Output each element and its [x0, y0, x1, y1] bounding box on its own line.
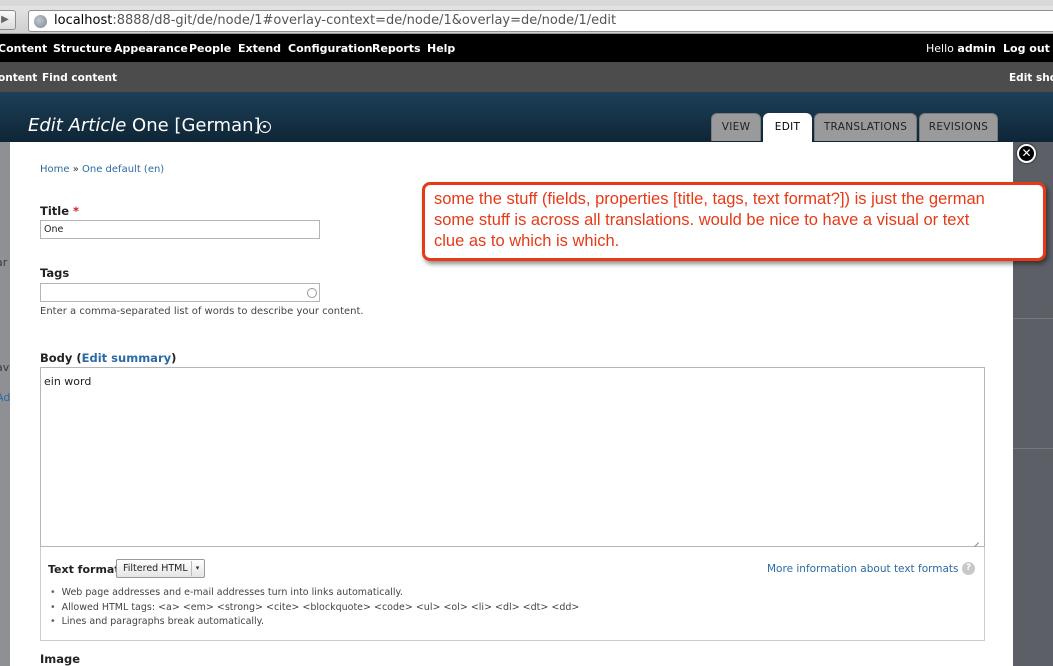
background-text: ar: [0, 256, 8, 269]
toolbar-item-appearance[interactable]: Appearance: [114, 42, 188, 55]
toolbar-item-extend[interactable]: Extend: [238, 42, 281, 55]
annotation-callout: some the stuff (fields, properties [titl…: [422, 182, 1046, 261]
text-format-selected: Filtered HTML: [123, 563, 188, 574]
greeting-prefix: Hello: [926, 42, 958, 55]
username-link[interactable]: admin: [957, 42, 995, 55]
list-item: Web page addresses and e-mail addresses …: [50, 587, 579, 602]
toolbar-item-configuration[interactable]: Configuration: [288, 42, 373, 55]
help-icon[interactable]: ?: [962, 562, 975, 575]
breadcrumb-home[interactable]: Home: [40, 164, 70, 175]
body-textarea[interactable]: ein word: [40, 367, 985, 547]
divider: [1013, 448, 1053, 449]
title-input[interactable]: One: [40, 220, 320, 239]
text-format-label: Text format: [48, 563, 120, 576]
breadcrumb-separator: »: [69, 164, 83, 175]
edit-summary-link[interactable]: Edit summary: [82, 351, 171, 365]
tab-translations[interactable]: TRANSLATIONS: [814, 113, 917, 141]
annotation-line: clue as to which is which.: [434, 232, 620, 250]
admin-toolbar: Content Structure Appearance People Exte…: [0, 34, 1053, 62]
breadcrumb-current[interactable]: One default (en): [82, 164, 164, 175]
background-text: av: [0, 361, 10, 374]
text-format-tips: Web page addresses and e-mail addresses …: [50, 587, 580, 631]
tags-input[interactable]: [40, 283, 320, 302]
body-label-prefix: Body (: [40, 351, 82, 365]
text-format-select[interactable]: Filtered HTML ▾: [116, 559, 205, 578]
resize-handle-icon[interactable]: [968, 532, 980, 544]
page-title-action: Edit Article: [28, 115, 127, 136]
logout-link[interactable]: Log out: [1003, 42, 1050, 55]
browser-forward-button[interactable]: ▶: [0, 10, 16, 30]
chevron-down-icon: ▾: [191, 561, 203, 576]
tags-label: Tags: [40, 266, 70, 280]
toolbar-item-reports[interactable]: Reports: [372, 42, 421, 55]
background-link: Ad: [0, 391, 11, 404]
greeting: Hello admin: [926, 42, 996, 55]
tab-edit[interactable]: EDIT: [763, 113, 812, 142]
url-text: localhost:8888/d8-git/de/node/1#overlay-…: [54, 11, 616, 31]
page-title-node: One [German]: [126, 115, 261, 136]
required-mark: *: [73, 204, 80, 218]
annotation-line: some stuff is across all translations. w…: [434, 211, 970, 229]
background-page-left: [0, 142, 10, 666]
close-overlay-button[interactable]: ✕: [1017, 144, 1036, 163]
tab-revisions[interactable]: REVISIONS: [919, 113, 998, 141]
toolbar-item-people[interactable]: People: [189, 42, 231, 55]
url-host: localhost: [54, 13, 113, 28]
toolbar-item-help[interactable]: Help: [427, 42, 455, 55]
list-item: Allowed HTML tags: <a> <em> <strong> <ci…: [50, 602, 580, 617]
browser-toolbar: ▶ localhost:8888/d8-git/de/node/1#overla…: [0, 0, 1053, 34]
body-label: Body (Edit summary): [40, 351, 176, 365]
autocomplete-throbber-icon: [307, 288, 317, 298]
page-title: Edit Article One [German]: [28, 115, 261, 136]
divider: [1013, 318, 1053, 319]
shortcut-add-content[interactable]: ontent: [0, 72, 37, 84]
title-label-text: Title: [40, 204, 70, 218]
breadcrumb: Home » One default (en): [40, 164, 164, 175]
shortcut-find-content[interactable]: Find content: [42, 72, 117, 84]
title-label: Title *: [40, 204, 79, 218]
text-format-help-link[interactable]: More information about text formats: [767, 563, 959, 575]
body-label-suffix: ): [171, 351, 177, 365]
image-label: Image: [40, 652, 81, 666]
globe-icon: [34, 15, 47, 28]
toolbar-item-content[interactable]: Content: [0, 42, 47, 55]
address-bar[interactable]: localhost:8888/d8-git/de/node/1#overlay-…: [28, 10, 1053, 32]
tags-description: Enter a comma-separated list of words to…: [40, 306, 364, 317]
browser-tab-strip: [0, 0, 1053, 6]
annotation-line: some the stuff (fields, properties [titl…: [434, 190, 985, 208]
toolbar-item-structure[interactable]: Structure: [53, 42, 112, 55]
shortcut-star-icon[interactable]: [259, 121, 271, 133]
url-path: :8888/d8-git/de/node/1#overlay-context=d…: [112, 13, 617, 28]
shortcuts-bar: ontent Find content Edit short: [0, 62, 1053, 92]
edit-shortcuts-link[interactable]: Edit short: [1009, 72, 1053, 84]
tab-view[interactable]: VIEW: [711, 113, 761, 141]
list-item: Lines and paragraphs break automatically…: [50, 616, 579, 631]
